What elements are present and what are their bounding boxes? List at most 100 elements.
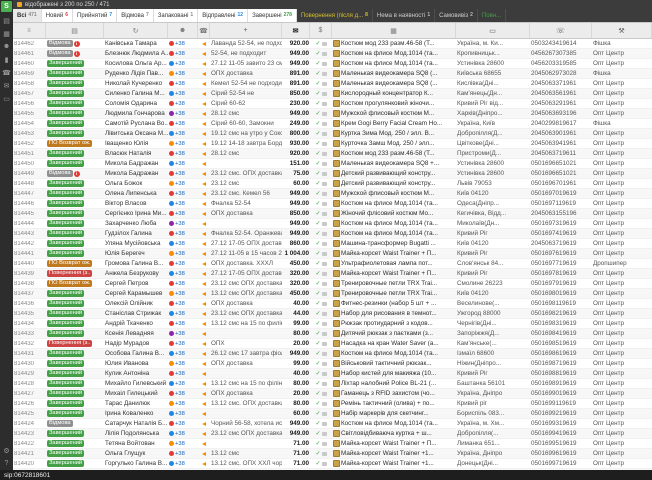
table-row[interactable]: 814450 Завершений i Микола Бадражан +38 …: [13, 159, 652, 169]
table-row[interactable]: 814433 Завершений i Ксенія Левадняя +38 …: [13, 329, 652, 339]
phone-code-link[interactable]: +38: [175, 201, 185, 207]
product-name[interactable]: Фитнес-резинки (набор 5 шт + ...: [341, 300, 436, 307]
status-badge[interactable]: Завершений: [47, 70, 84, 78]
product-name[interactable]: Майка-корсет Waist Trainer + П...: [341, 440, 437, 447]
product-name[interactable]: Дитячий рюкзак з паєтками (з...: [341, 330, 433, 337]
ttn-number[interactable]: 0501699419619: [530, 430, 592, 437]
client-name[interactable]: Николай Кучеренко: [104, 80, 168, 87]
chat-icon[interactable]: [322, 322, 327, 326]
chat-icon[interactable]: [322, 392, 327, 396]
phone-code-link[interactable]: +38: [175, 111, 185, 117]
chat-icon[interactable]: [322, 112, 327, 116]
status-badge[interactable]: Завершений: [47, 330, 84, 338]
phone-code-link[interactable]: +38: [175, 251, 185, 257]
client-name[interactable]: Анжела Безрукову: [104, 270, 168, 277]
product-name[interactable]: Костюм на флисе Мод.1014 (та...: [341, 60, 438, 67]
chat-icon[interactable]: [322, 202, 327, 206]
product-name[interactable]: Мужской флисовый костюм М...: [341, 110, 434, 117]
product-name[interactable]: Ремінь тактичний (олива) + по...: [341, 400, 435, 407]
status-badge[interactable]: Завершений: [47, 380, 84, 388]
client-name[interactable]: Юлія Берегеч: [104, 250, 168, 257]
ttn-number[interactable]: 2040299819617: [530, 120, 592, 127]
phone-code-link[interactable]: +38: [175, 271, 185, 277]
product-name[interactable]: Тренировочные петли TRX Trai...: [341, 290, 437, 297]
status-badge[interactable]: Завершений: [47, 320, 84, 328]
client-name[interactable]: Блезнюк Людмила А...: [104, 50, 168, 57]
status-badge[interactable]: Завершений: [47, 350, 84, 358]
phone-code-link[interactable]: +38: [175, 151, 185, 157]
table-row[interactable]: 814426 Завершений i Тарас Данилюк +38 13…: [13, 399, 652, 409]
client-name[interactable]: Сатарчук Наталія Б...: [104, 420, 168, 427]
phone-code-link[interactable]: +38: [175, 311, 185, 317]
status-badge[interactable]: Завершений: [47, 310, 84, 318]
chat-icon[interactable]: [322, 362, 327, 366]
table-row[interactable]: 814436 Завершений i Олексій Олійник +38 …: [13, 299, 652, 309]
product-name[interactable]: Ультрафиолетовая лампа пот...: [341, 260, 433, 267]
status-badge[interactable]: Завершений: [47, 100, 84, 108]
chat-icon[interactable]: [322, 242, 327, 246]
table-row[interactable]: 814447 Завершений i Олена Липенська +38 …: [13, 189, 652, 199]
tab-item[interactable]: Прийнятий7: [73, 9, 117, 22]
product-name[interactable]: Маленькая видеокамера SQ8 (...: [341, 80, 438, 87]
phone-code-link[interactable]: +38: [175, 131, 185, 137]
chat-icon[interactable]: [322, 152, 327, 156]
client-name[interactable]: Ксенія Левадняя: [104, 330, 168, 337]
ttn-number[interactable]: 0501699619619: [530, 450, 592, 457]
product-name[interactable]: Маленькая видеокамера SQ8 +...: [341, 160, 439, 167]
status-badge[interactable]: Завершений: [47, 390, 84, 398]
table-row[interactable]: 814439 Повернення (з.. i Анжела Безруков…: [13, 269, 652, 279]
tab-item[interactable]: Запаковані1: [154, 9, 198, 22]
status-badge[interactable]: Завершений: [47, 200, 84, 208]
phone-code-link[interactable]: +38: [175, 411, 185, 417]
phone-code-link[interactable]: +38: [175, 331, 185, 337]
product-name[interactable]: Тренировочные петли TRX Trai...: [341, 280, 437, 287]
table-row[interactable]: 814445 Завершений i Сергієнко Ірина Ми..…: [13, 209, 652, 219]
table-row[interactable]: 814428 Завершений i Михайло Гилевський +…: [13, 379, 652, 389]
phone-code-link[interactable]: +38: [175, 301, 185, 307]
client-name[interactable]: Ольга Глущук: [104, 450, 168, 457]
chat-icon[interactable]: [322, 232, 327, 236]
tab-item[interactable]: Завершені278: [248, 9, 297, 22]
status-badge[interactable]: Завершений: [47, 220, 84, 228]
status-badge[interactable]: Завершений: [47, 80, 84, 88]
ttn-number[interactable]: 0501696651021: [530, 170, 592, 177]
ttn-number[interactable]: 0501699519619: [530, 440, 592, 447]
col-phone-icon[interactable]: ☎: [198, 23, 210, 38]
chat-icon[interactable]: [322, 352, 327, 356]
ttn-number[interactable]: 2045062973028: [530, 70, 592, 77]
client-name[interactable]: Тарас Данилюк: [104, 400, 168, 407]
client-name[interactable]: Власюк Наталія: [104, 150, 168, 157]
table-row[interactable]: 814440 ПО Возврат ож. i Громова Галина В…: [13, 259, 652, 269]
table-row[interactable]: 814431 Завершений i Особова Галина В... …: [13, 349, 652, 359]
tab-item[interactable]: Повн...: [478, 9, 506, 22]
ttn-number[interactable]: 0501698719619: [530, 360, 592, 367]
ttn-number[interactable]: 0501697019619: [530, 190, 592, 197]
ttn-number[interactable]: 2045063561961: [530, 90, 592, 97]
client-name[interactable]: Тетяна Войтован: [104, 440, 168, 447]
client-name[interactable]: Руденко Лідія Пав...: [104, 70, 168, 77]
product-name[interactable]: Набор кистей для макияжа (10...: [341, 370, 436, 377]
phone-icon[interactable]: ☎: [0, 66, 13, 79]
status-badge[interactable]: Завершений: [47, 370, 84, 378]
client-name[interactable]: Захарченко Люба: [104, 220, 168, 227]
chat-icon[interactable]: [322, 72, 327, 76]
table-row[interactable]: 814451 Завершений i Власюк Наталія +38 2…: [13, 149, 652, 159]
ttn-number[interactable]: 2045063291961: [530, 100, 592, 107]
product-name[interactable]: Маленькая видеокамера SQ8 (...: [341, 70, 438, 77]
product-name[interactable]: Костюм мод 233 разм.46-58 (Т...: [341, 150, 435, 157]
product-name[interactable]: Костюм на флисе Мод.1014 (та...: [341, 50, 438, 57]
ttn-number[interactable]: 0501697619619: [530, 250, 592, 257]
phone-code-link[interactable]: +38: [175, 291, 185, 297]
status-badge[interactable]: Завершений: [47, 400, 84, 408]
dashboard-icon[interactable]: ▤: [0, 14, 13, 27]
table-row[interactable]: 814443 Завершений i Гудзілох Галина +38 …: [13, 229, 652, 239]
ttn-number[interactable]: 2045063719619: [530, 240, 592, 247]
table-row[interactable]: 814425 Завершений i Ірина Коваленко +38 …: [13, 409, 652, 419]
client-name[interactable]: Гудзілох Галина: [104, 230, 168, 237]
chat-icon[interactable]: [322, 142, 327, 146]
stats-icon[interactable]: ▮: [0, 53, 13, 66]
table-row[interactable]: 814434 Завершений i Андрій Ткаченко +38 …: [13, 319, 652, 329]
client-name[interactable]: Ольга Божок: [104, 180, 168, 187]
status-badge[interactable]: Завершений: [47, 190, 84, 198]
chat-icon[interactable]: [322, 52, 327, 56]
